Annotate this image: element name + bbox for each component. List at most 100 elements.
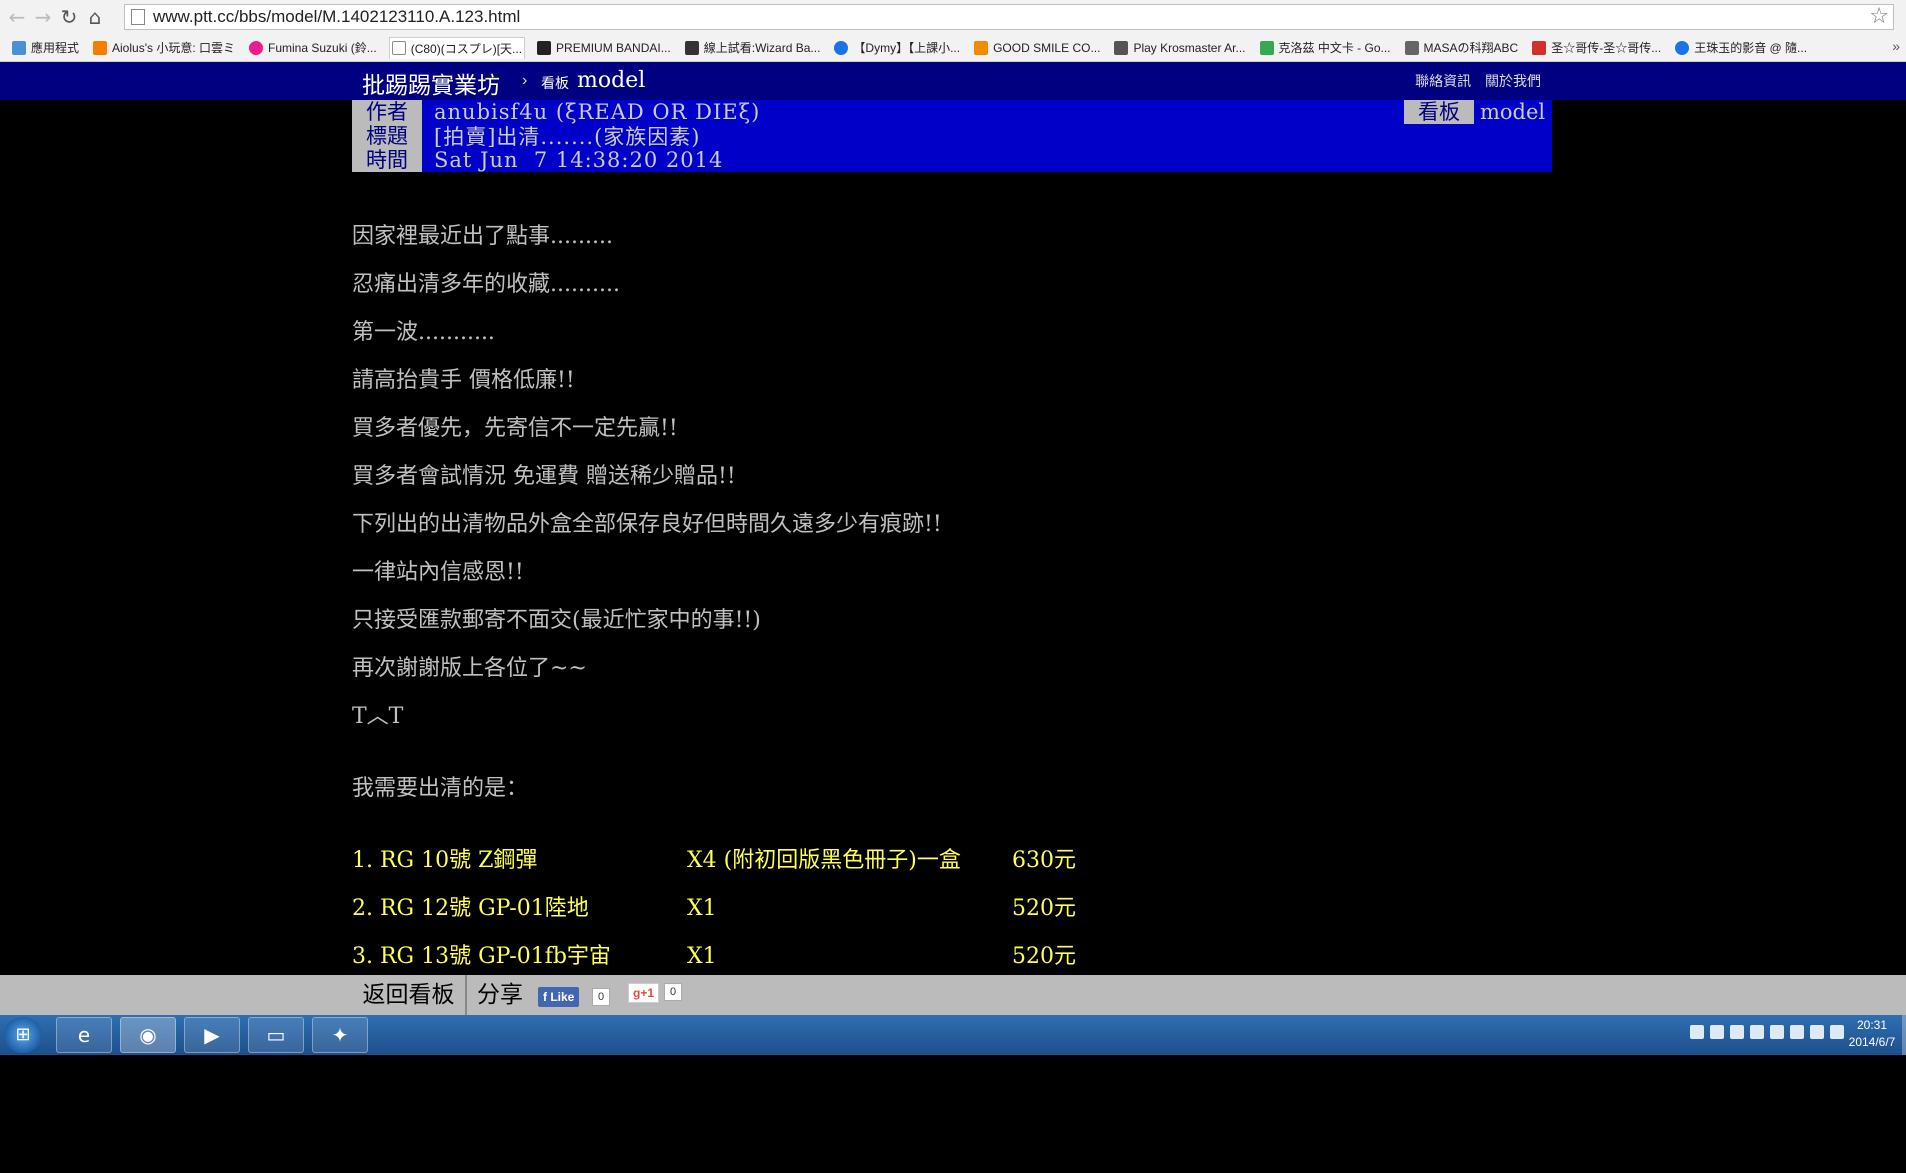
system-tray <box>1690 1025 1844 1039</box>
share-label: 分享 <box>477 982 523 1008</box>
apps-icon <box>12 40 26 55</box>
bookmark-star-icon[interactable]: ☆ <box>1869 5 1889 29</box>
reload-icon[interactable]: ↻ <box>56 4 82 30</box>
item-name: 3. RG 13號 GP-01fb宇宙 <box>352 944 611 969</box>
article-line: 再次謝謝版上各位了~~ <box>352 656 587 681</box>
back-arrow-icon[interactable]: ← <box>4 4 30 30</box>
tray-icon[interactable] <box>1750 1025 1764 1039</box>
header-links: 聯絡資訊 關於我們 <box>1405 71 1541 91</box>
bookmarks-overflow-icon[interactable]: » <box>1892 38 1900 54</box>
bookmark-item[interactable]: PREMIUM BANDAI... <box>535 37 673 59</box>
bookmark-label: GOOD SMILE CO... <box>993 40 1101 55</box>
breadcrumb-separator: › <box>522 72 528 89</box>
show-desktop-button[interactable] <box>1902 1015 1906 1055</box>
article-line: 第一波........... <box>352 320 495 345</box>
windows-taskbar: ⊞ e ◉ ▶ ▭ ✦ 20:31 2014/6/7 <box>0 1015 1906 1055</box>
back-to-board-button[interactable]: 返回看板 <box>352 975 467 1015</box>
tray-icon[interactable] <box>1730 1025 1744 1039</box>
board-link[interactable]: model <box>577 68 645 93</box>
bookmark-item[interactable]: 線上試看:Wizard Ba... <box>683 37 823 59</box>
item-name: 2. RG 12號 GP-01陸地 <box>352 896 589 921</box>
board-tag: 看板 <box>1404 100 1474 124</box>
system-clock[interactable]: 20:31 2014/6/7 <box>1844 1017 1900 1051</box>
start-button[interactable]: ⊞ <box>4 1017 42 1053</box>
internet-explorer-icon[interactable]: e <box>56 1017 112 1053</box>
article-metadata: 作者 anubisf4u (ξREAD OR DIEξ) 標題 [拍賣]出清..… <box>352 100 1552 172</box>
page-icon <box>131 9 145 25</box>
article-line: 請高抬貴手 價格低廉!! <box>352 368 575 393</box>
bookmark-item[interactable]: 【Dymy】【上課小... <box>832 37 962 59</box>
article-line: T︿T <box>352 704 404 729</box>
ime-icon[interactable] <box>1710 1025 1724 1039</box>
bookmark-item[interactable]: Aiolus's 小玩意: 口雲ミ <box>91 37 237 59</box>
list-heading: 我需要出清的是： <box>352 776 529 801</box>
flower-icon <box>249 40 263 55</box>
flag-icon[interactable] <box>1810 1025 1824 1039</box>
facebook-like-button[interactable]: f Like <box>538 987 580 1007</box>
browser-toolbar: ← → ↻ ⌂ www.ptt.cc/bbs/model/M.140212311… <box>0 0 1906 34</box>
item-name: 1. RG 10號 Z鋼彈 <box>352 848 538 873</box>
blogger-icon <box>93 40 108 55</box>
volume-icon[interactable] <box>1830 1025 1844 1039</box>
site-logo[interactable]: 批踢踢實業坊 <box>362 66 500 100</box>
chrome-icon[interactable]: ◉ <box>120 1017 176 1053</box>
article-line: 忍痛出清多年的收藏.......... <box>352 272 620 297</box>
url-text[interactable]: www.ptt.cc/bbs/model/M.1402123110.A.123.… <box>153 7 520 27</box>
tray-icon[interactable] <box>1690 1025 1704 1039</box>
site-icon <box>1532 40 1547 55</box>
bookmark-item[interactable]: 應用程式 <box>10 37 81 59</box>
app-icon[interactable]: ✦ <box>312 1017 368 1053</box>
fb-like-count: 0 <box>592 988 611 1006</box>
fb-like-label: Like <box>550 990 575 1004</box>
forward-arrow-icon[interactable]: → <box>30 4 56 30</box>
title-value: [拍賣]出清.......(家族因素) <box>434 125 701 149</box>
list-item: 1. RG 10號 Z鋼彈 X4 (附初回版黑色冊子)一盒 630元 <box>352 837 1552 885</box>
bookmark-label: (C80)(コスプレ)[天... <box>410 41 523 56</box>
bookmark-item[interactable]: MASAの科翔ABC <box>1403 37 1521 59</box>
item-price: 520元 <box>1012 944 1076 969</box>
bookmark-item[interactable]: 王珠玉的影音 @ 隨... <box>1673 37 1809 59</box>
bookmark-item[interactable]: 克洛茲 中文卡 - Go... <box>1258 37 1393 59</box>
network-icon[interactable] <box>1790 1025 1804 1039</box>
clock-time: 20:31 <box>1856 1018 1888 1032</box>
google-drive-icon <box>1259 40 1274 55</box>
title-tag: 標題 <box>352 124 422 148</box>
item-price: 520元 <box>1012 896 1076 921</box>
title-row: 標題 [拍賣]出清.......(家族因素) <box>352 124 701 149</box>
site-icon <box>1675 40 1690 55</box>
contact-link[interactable]: 聯絡資訊 <box>1415 73 1471 89</box>
page-icon <box>391 41 406 55</box>
bookmark-label: 線上試看:Wizard Ba... <box>703 41 821 55</box>
bookmark-item[interactable]: Play Krosmaster Ar... <box>1112 37 1247 59</box>
site-icon <box>834 40 849 55</box>
help-icon[interactable] <box>1770 1025 1784 1039</box>
bookmark-label: MASAの科翔ABC <box>1423 41 1519 55</box>
bookmark-item[interactable]: 圣☆哥传-圣☆哥传... <box>1530 37 1663 59</box>
address-bar[interactable]: www.ptt.cc/bbs/model/M.1402123110.A.123.… <box>124 4 1894 30</box>
article-line: 因家裡最近出了點事......... <box>352 224 613 249</box>
gplus-count: 0 <box>664 983 683 1001</box>
notepad-icon[interactable]: ▭ <box>248 1017 304 1053</box>
bookmark-label: 圣☆哥传-圣☆哥传... <box>1551 41 1662 55</box>
author-tag: 作者 <box>352 100 422 124</box>
bookmark-item[interactable]: GOOD SMILE CO... <box>972 37 1102 59</box>
bookmark-label: Play Krosmaster Ar... <box>1133 40 1246 55</box>
time-tag: 時間 <box>352 148 422 172</box>
site-header: 批踢踢實業坊 › 看板 model 聯絡資訊 關於我們 <box>0 62 1906 100</box>
media-player-icon[interactable]: ▶ <box>184 1017 240 1053</box>
article-body: 因家裡最近出了點事......... 忍痛出清多年的收藏.......... 第… <box>352 213 1552 981</box>
bookmark-label: 【Dymy】【上課小... <box>853 41 961 55</box>
article-line: 只接受匯款郵寄不面交(最近忙家中的事!!) <box>352 608 761 633</box>
bookmark-item[interactable]: Fumina Suzuki (鈴... <box>247 37 379 59</box>
about-link[interactable]: 關於我們 <box>1485 73 1541 89</box>
article-line: 下列出的出清物品外盒全部保存良好但時間久遠多少有痕跡!! <box>352 512 942 537</box>
clock-date: 2014/6/7 <box>1848 1035 1896 1049</box>
site-icon <box>1114 40 1129 55</box>
bookmark-label: Fumina Suzuki (鈴... <box>268 41 377 55</box>
google-plus-button[interactable]: g+1 <box>628 983 660 1003</box>
site-icon <box>1404 40 1419 55</box>
bookmark-item[interactable]: (C80)(コスプレ)[天... <box>388 36 526 59</box>
home-icon[interactable]: ⌂ <box>82 4 108 30</box>
